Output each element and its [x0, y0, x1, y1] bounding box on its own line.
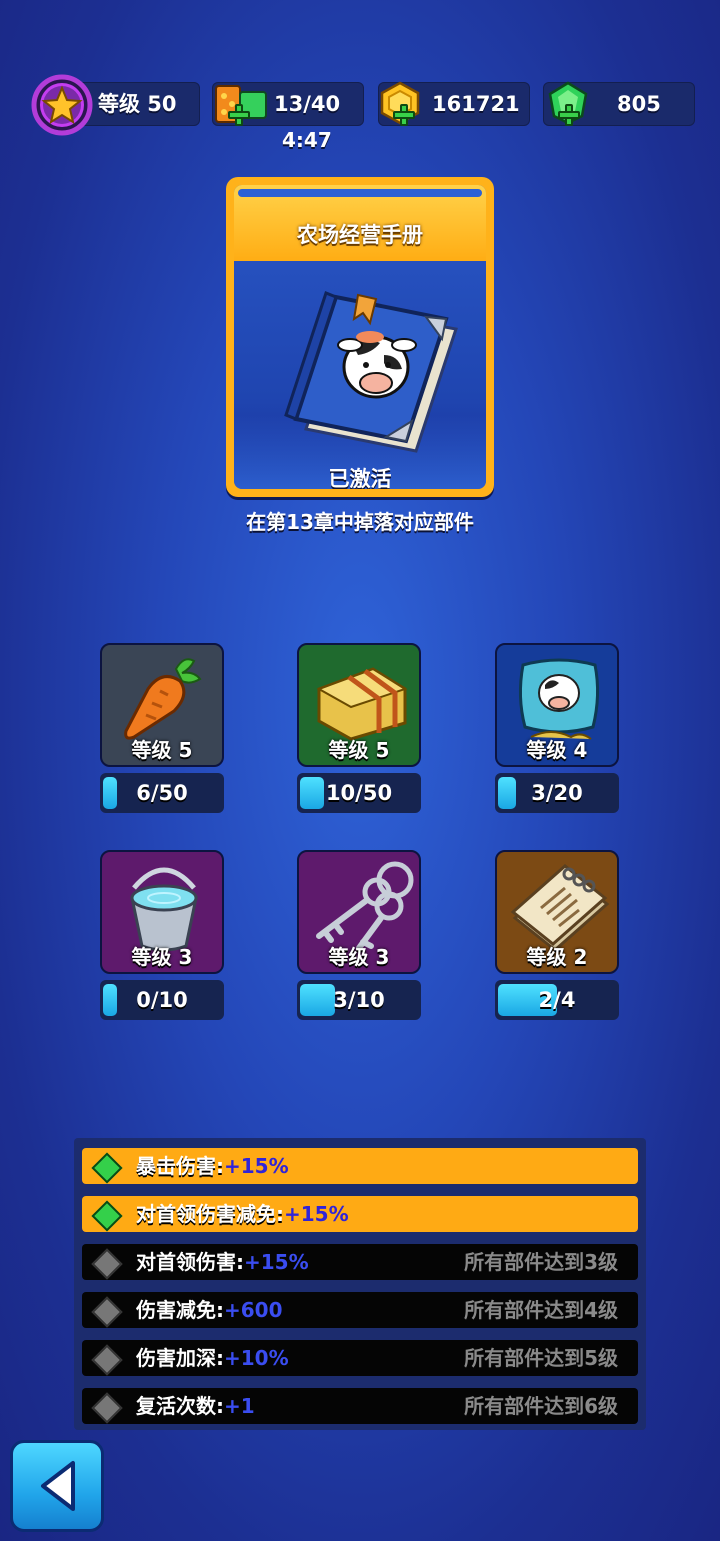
gems-count: 805 [617, 92, 661, 116]
part-level: 等级 2 [526, 945, 588, 969]
part-tile: 等级 2 [495, 850, 619, 974]
part-tile: 等级 3 [297, 850, 421, 974]
feed-sack-icon [518, 658, 600, 740]
bonus-requirement: 所有部件达到5级 [464, 1346, 618, 1370]
part-tile: 等级 5 [297, 643, 421, 767]
part-progress-bar: 6/50 [100, 773, 224, 813]
add-gems-icon[interactable] [558, 104, 580, 126]
card-title: 农场经营手册 [297, 223, 423, 247]
energy-timer: 4:47 [282, 128, 332, 152]
bonus-label: 对首领伤害减免:+15% [136, 1196, 349, 1232]
bonus-value: +600 [224, 1298, 283, 1322]
part-progress-bar: 0/10 [100, 980, 224, 1020]
bonus-requirement: 所有部件达到3级 [464, 1250, 618, 1274]
bonus-requirement: 所有部件达到6级 [464, 1394, 618, 1418]
part-level: 等级 5 [131, 738, 193, 762]
bonus-gem-icon [91, 1152, 123, 1184]
bonus-label-text: 暴击伤害: [136, 1154, 224, 1178]
bonus-label-text: 复活次数: [136, 1394, 224, 1418]
bonus-gem-icon [91, 1296, 123, 1328]
notepad-icon [510, 864, 610, 952]
bonus-label: 对首领伤害:+15% [136, 1244, 309, 1280]
part-level: 等级 5 [328, 738, 390, 762]
bonus-row: 伤害加深:+10% 所有部件达到5级 [82, 1340, 638, 1376]
hay-bale-icon [316, 667, 408, 741]
bonus-gem-icon [91, 1392, 123, 1424]
bonus-row: 复活次数:+1 所有部件达到6级 [82, 1388, 638, 1424]
energy-count: 13/40 [274, 92, 341, 116]
handbook-book-icon [284, 291, 458, 453]
back-button[interactable] [10, 1440, 104, 1532]
card-body: 农场经营手册 已激活 [234, 185, 486, 489]
progress-text: 6/50 [136, 781, 188, 805]
part-tile: 等级 4 [495, 643, 619, 767]
part-progress-bar: 3/10 [297, 980, 421, 1020]
progress-text: 3/10 [333, 988, 385, 1012]
progress-text: 10/50 [325, 781, 393, 805]
progress-text: 2/4 [538, 988, 576, 1012]
card-status: 已激活 [328, 467, 392, 489]
bonus-gem-icon [91, 1200, 123, 1232]
bonus-gem-icon [91, 1248, 123, 1280]
bonus-value: +15% [244, 1250, 309, 1274]
bonus-label: 暴击伤害:+15% [136, 1148, 289, 1184]
carrot-icon [124, 658, 202, 740]
progress-text: 3/20 [531, 781, 583, 805]
farm-handbook-card[interactable]: 农场经营手册 已激活 [226, 177, 494, 497]
keys-icon [316, 861, 414, 951]
bonus-row: 对首领伤害减免:+15% [82, 1196, 638, 1232]
part-tile: 等级 3 [100, 850, 224, 974]
bonus-value: +10% [224, 1346, 289, 1370]
bonus-row: 暴击伤害:+15% [82, 1148, 638, 1184]
coins-count: 161721 [432, 92, 520, 116]
star-icon [31, 74, 93, 136]
bonus-row: 伤害减免:+600 所有部件达到4级 [82, 1292, 638, 1328]
bonus-row: 对首领伤害:+15% 所有部件达到3级 [82, 1244, 638, 1280]
drop-hint-text: 在第13章中掉落对应部件 [246, 510, 474, 534]
bonus-value: +15% [284, 1202, 349, 1226]
part-progress-bar: 10/50 [297, 773, 421, 813]
bonus-label-text: 伤害减免: [136, 1298, 224, 1322]
bonus-requirement: 所有部件达到4级 [464, 1298, 618, 1322]
bucket-icon [130, 867, 198, 952]
bonus-value: +1 [224, 1394, 255, 1418]
bonus-label-text: 伤害加深: [136, 1346, 224, 1370]
part-level: 等级 3 [131, 945, 193, 969]
bonus-panel: 暴击伤害:+15% 对首领伤害减免:+15% 对首领伤害:+15% 所有部件达到… [74, 1138, 646, 1430]
part-tile: 等级 5 [100, 643, 224, 767]
add-coins-icon[interactable] [393, 104, 415, 126]
bonus-label-text: 对首领伤害减免: [136, 1202, 284, 1226]
part-level: 等级 3 [328, 945, 390, 969]
part-progress-bar: 3/20 [495, 773, 619, 813]
card-header-stripe [238, 189, 482, 197]
add-energy-icon[interactable] [228, 104, 250, 126]
bonus-value: +15% [224, 1154, 289, 1178]
player-level-text: 等级 50 [98, 92, 177, 116]
part-progress-bar: 2/4 [495, 980, 619, 1020]
bonus-label: 复活次数:+1 [136, 1388, 255, 1424]
bonus-label-text: 对首领伤害: [136, 1250, 244, 1274]
bonus-label: 伤害减免:+600 [136, 1292, 283, 1328]
progress-text: 0/10 [136, 988, 188, 1012]
part-level: 等级 4 [526, 738, 588, 762]
bonus-label: 伤害加深:+10% [136, 1340, 289, 1376]
bonus-gem-icon [91, 1344, 123, 1376]
back-arrow-icon [41, 1461, 75, 1511]
